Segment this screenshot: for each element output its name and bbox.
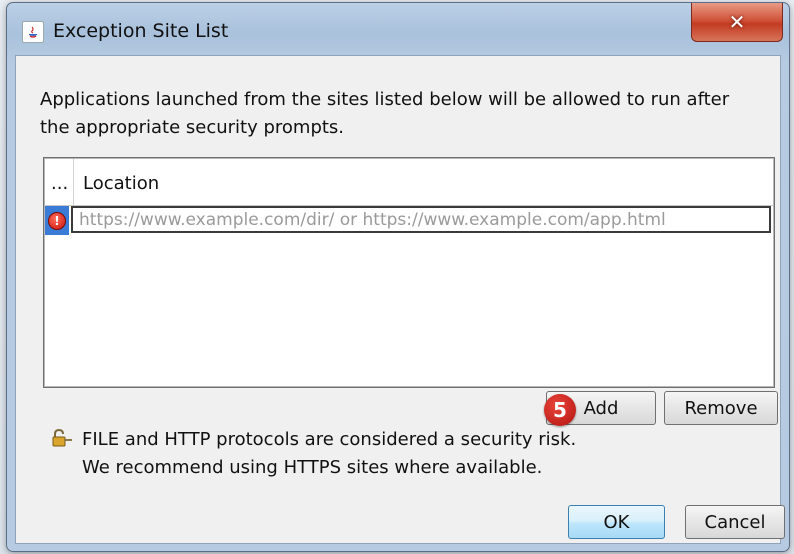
close-button[interactable]: ✕: [691, 3, 783, 42]
warning-line-1: FILE and HTTP protocols are considered a…: [82, 429, 577, 450]
ok-button[interactable]: OK: [568, 505, 665, 539]
error-icon: !: [48, 211, 66, 230]
row-selection-marker: !: [45, 206, 69, 235]
warning-line-2: We recommend using HTTPS sites where ava…: [82, 457, 543, 478]
column-header-location[interactable]: Location: [83, 173, 159, 194]
cancel-button[interactable]: Cancel: [685, 505, 785, 539]
location-input[interactable]: [71, 206, 771, 233]
step-number-badge: 5: [544, 394, 576, 426]
lock-warning-icon: [51, 428, 73, 448]
column-divider[interactable]: [73, 159, 74, 205]
column-header-ellipsis[interactable]: ...: [51, 173, 68, 194]
window-title: Exception Site List: [53, 20, 229, 42]
java-icon: [22, 21, 44, 43]
dialog-content: Applications launched from the sites lis…: [15, 55, 785, 544]
close-icon: ✕: [728, 10, 746, 34]
table-row[interactable]: !: [45, 206, 773, 235]
security-warning: FILE and HTTP protocols are considered a…: [82, 426, 576, 482]
table-header: ... Location: [45, 159, 773, 206]
exception-site-list-dialog: Exception Site List ✕ Applications launc…: [6, 2, 790, 552]
description-text: Applications launched from the sites lis…: [40, 89, 730, 138]
remove-button[interactable]: Remove: [664, 391, 778, 425]
title-bar[interactable]: Exception Site List ✕: [7, 3, 789, 55]
site-list-table[interactable]: ... Location !: [43, 157, 775, 388]
